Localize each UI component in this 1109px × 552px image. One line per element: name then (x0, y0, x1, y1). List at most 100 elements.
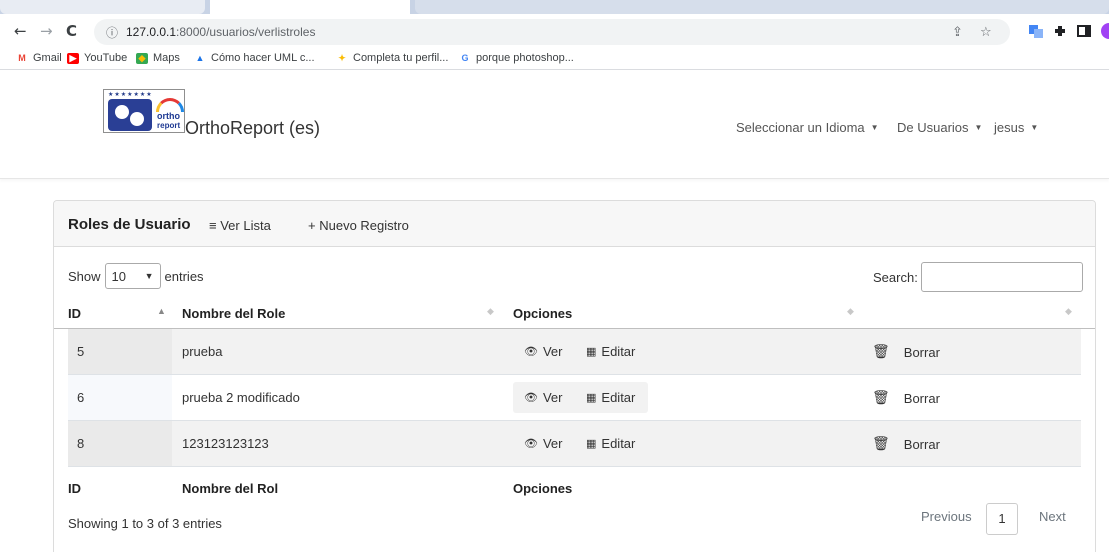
editar-label: Editar (601, 436, 636, 451)
ver-button[interactable]: 👁 Ver (524, 436, 562, 451)
logo-mark (108, 99, 152, 131)
table-search: Search: (873, 262, 1083, 292)
logo-rainbow (156, 98, 184, 112)
bookmark-star-icon[interactable]: ☆ (980, 25, 992, 40)
search-label: Search: (873, 269, 918, 285)
youtube-icon: ▶ (67, 52, 79, 64)
profile-avatar[interactable] (1101, 23, 1109, 39)
table-footer: ID Nombre del Rol Opciones (54, 468, 1095, 498)
nav-label: Seleccionar un Idioma (736, 120, 865, 135)
brand-name[interactable]: OrthoReport (es) (185, 118, 320, 139)
card-header: Roles de Usuario ≡ Ver Lista + Nuevo Reg… (54, 201, 1095, 247)
cell-nombre: 123123123123 (182, 436, 269, 451)
bookmarks-bar: M Gmail ▶ YouTube ◆ Maps ▲ Cómo hacer UML c.… (0, 48, 1109, 70)
nav-language-dropdown[interactable]: Seleccionar un Idioma ▼ (736, 120, 879, 135)
column-header-nombre[interactable]: Nombre del Role (182, 306, 285, 321)
caret-down-icon: ▼ (974, 123, 983, 132)
cell-id: 5 (77, 344, 85, 359)
sort-icon[interactable]: ◆ (487, 306, 494, 317)
browser-tab-active[interactable] (210, 0, 410, 14)
bookmark-icon: ▲ (195, 52, 205, 63)
sort-asc-icon[interactable]: ▲ (157, 306, 166, 316)
sort-icon[interactable]: ◆ (847, 306, 854, 317)
bookmark-uml[interactable]: ▲ Cómo hacer UML c... (194, 52, 315, 64)
borrar-button[interactable]: 🗑 Borrar (872, 436, 940, 452)
ver-label: Ver (542, 436, 563, 451)
logo-text-ortho: ortho (157, 111, 180, 121)
orthoreport-logo[interactable]: ★★★★★★★ ortho report (103, 89, 185, 133)
forward-icon[interactable]: → (40, 22, 53, 40)
editar-label: Editar (601, 344, 636, 359)
gmail-icon: M (18, 52, 26, 63)
chevron-down-icon: ▼ (144, 271, 154, 281)
show-label: Show (68, 268, 101, 284)
nav-label: De Usuarios (897, 120, 969, 135)
entries-select-value: 10 (111, 268, 126, 284)
ver-button[interactable]: 👁 Ver (524, 344, 562, 359)
eye-icon: 👁 (524, 345, 538, 358)
next-button[interactable]: Next (1039, 509, 1066, 524)
bookmark-gmail[interactable]: M Gmail (16, 52, 61, 64)
browser-tab-inactive[interactable] (0, 0, 205, 14)
roles-card: Roles de Usuario ≡ Ver Lista + Nuevo Reg… (53, 200, 1096, 552)
editar-button[interactable]: ▦ Editar (586, 390, 635, 405)
ver-label: Ver (542, 344, 563, 359)
cell-id: 8 (77, 436, 85, 451)
borrar-button[interactable]: 🗑 Borrar (872, 390, 940, 406)
site-navbar: ★★★★★★★ ortho report OrthoReport (es) Se… (0, 71, 1109, 179)
bookmark-label: porque photoshop... (476, 52, 574, 64)
footer-opciones: Opciones (513, 481, 573, 496)
entries-label: entries (164, 268, 204, 284)
side-panel-icon[interactable] (1076, 23, 1092, 39)
column-header-opciones[interactable]: Opciones (513, 306, 572, 321)
nav-user-dropdown[interactable]: jesus ▼ (994, 120, 1038, 135)
share-icon[interactable]: ⇪ (952, 25, 963, 40)
trash-icon: 🗑 (872, 390, 890, 406)
caret-down-icon: ▼ (1030, 123, 1039, 132)
bookmark-photoshop[interactable]: Gporque photoshop... (459, 52, 574, 64)
bookmark-maps[interactable]: ◆ Maps (136, 52, 180, 64)
cell-nombre: prueba (182, 344, 223, 359)
address-url[interactable]: 127.0.0.1:8000/usuarios/verlistroles (126, 25, 315, 39)
table-row: 6 prueba 2 modificado 👁 Ver ▦ Editar 🗑 Borr… (68, 375, 1081, 421)
bookmark-youtube[interactable]: ▶ YouTube (67, 52, 127, 64)
browser-tab-inactive[interactable] (415, 0, 1109, 14)
reload-icon[interactable]: C (66, 22, 77, 40)
nuevo-registro-link[interactable]: + Nuevo Registro (308, 218, 409, 233)
editar-button[interactable]: ▦ Editar (586, 436, 635, 451)
borrar-label: Borrar (903, 344, 940, 360)
link-label: Ver Lista (220, 218, 271, 233)
caret-down-icon: ▼ (870, 123, 879, 132)
table-row: 5 prueba 👁 Ver ▦ Editar 🗑 Borrar (68, 329, 1081, 375)
bookmark-perfil[interactable]: ✦ Completa tu perfil... (336, 52, 448, 64)
browser-tabstrip (0, 0, 1109, 14)
sort-icon[interactable]: ◆ (1065, 306, 1072, 317)
ver-lista-link[interactable]: ≡ Ver Lista (209, 218, 271, 233)
maps-icon: ◆ (136, 52, 148, 64)
page-1-button[interactable]: 1 (986, 503, 1018, 535)
eye-icon: 👁 (524, 391, 538, 404)
previous-button[interactable]: Previous (921, 509, 972, 524)
site-info-icon[interactable]: ⓘ (106, 24, 118, 41)
address-bar[interactable]: ⓘ 127.0.0.1:8000/usuarios/verlistroles ⇪… (94, 19, 1010, 45)
entries-length-control: Show 10 ▼ entries (68, 263, 204, 289)
list-icon: ≡ (209, 218, 217, 233)
editar-button[interactable]: ▦ Editar (586, 344, 635, 359)
nav-usuarios-dropdown[interactable]: De Usuarios ▼ (897, 120, 982, 135)
translate-extension-icon[interactable] (1028, 23, 1044, 39)
ver-button[interactable]: 👁 Ver (524, 390, 562, 405)
card-title: Roles de Usuario (68, 216, 191, 233)
column-header-id[interactable]: ID (68, 306, 81, 321)
back-icon[interactable]: ← (14, 22, 27, 40)
cell-id: 6 (77, 390, 85, 405)
bookmark-label: Maps (153, 52, 180, 64)
link-label: Nuevo Registro (319, 218, 409, 233)
borrar-button[interactable]: 🗑 Borrar (872, 344, 940, 360)
edit-icon: ▦ (586, 437, 597, 450)
editar-label: Editar (601, 390, 636, 405)
search-input[interactable] (920, 262, 1083, 292)
extensions-puzzle-icon[interactable] (1052, 23, 1068, 39)
bookmark-label: YouTube (84, 52, 128, 64)
table-header: ID ▲ Nombre del Role ◆ Opciones ◆ ◆ (54, 297, 1095, 329)
entries-select[interactable]: 10 ▼ (104, 263, 161, 289)
